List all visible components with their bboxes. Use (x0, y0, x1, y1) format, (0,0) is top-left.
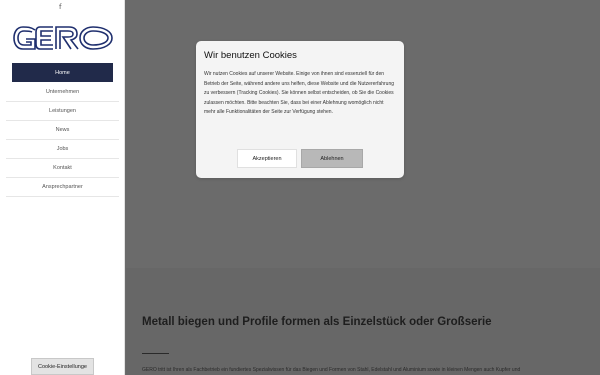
headline-divider (142, 353, 169, 354)
cookie-dialog-actions: Akzeptieren Ablehnen (237, 149, 363, 168)
cookie-dialog-title: Wir benutzen Cookies (204, 50, 297, 61)
nav-item-kontakt[interactable]: Kontakt (6, 159, 119, 178)
main-navigation: Home Unternehmen Leistungen News Jobs Ko… (6, 63, 119, 197)
page-headline: Metall biegen und Profile formen als Ein… (142, 316, 492, 328)
nav-item-news[interactable]: News (6, 121, 119, 140)
gero-logo[interactable] (13, 22, 113, 54)
nav-item-jobs[interactable]: Jobs (6, 140, 119, 159)
cookie-settings-button[interactable]: Cookie-Einstellunge (31, 358, 94, 375)
accept-cookies-button[interactable]: Akzeptieren (237, 149, 297, 168)
nav-item-ansprechpartner[interactable]: Ansprechpartner (6, 178, 119, 197)
reject-cookies-button[interactable]: Ablehnen (301, 149, 363, 168)
cookie-consent-dialog: Wir benutzen Cookies Wir nutzen Cookies … (196, 41, 404, 178)
sidebar: f Home Unternehmen Leistungen News Jobs … (0, 0, 125, 375)
nav-item-home[interactable]: Home (12, 63, 113, 82)
nav-item-leistungen[interactable]: Leistungen (6, 102, 119, 121)
intro-paragraph: GERO tritt ist Ihren als Fachbetrieb ein… (142, 367, 521, 373)
facebook-icon[interactable]: f (59, 3, 61, 11)
cookie-dialog-text: Wir nutzen Cookies auf unserer Website. … (204, 71, 395, 116)
nav-item-unternehmen[interactable]: Unternehmen (6, 83, 119, 102)
